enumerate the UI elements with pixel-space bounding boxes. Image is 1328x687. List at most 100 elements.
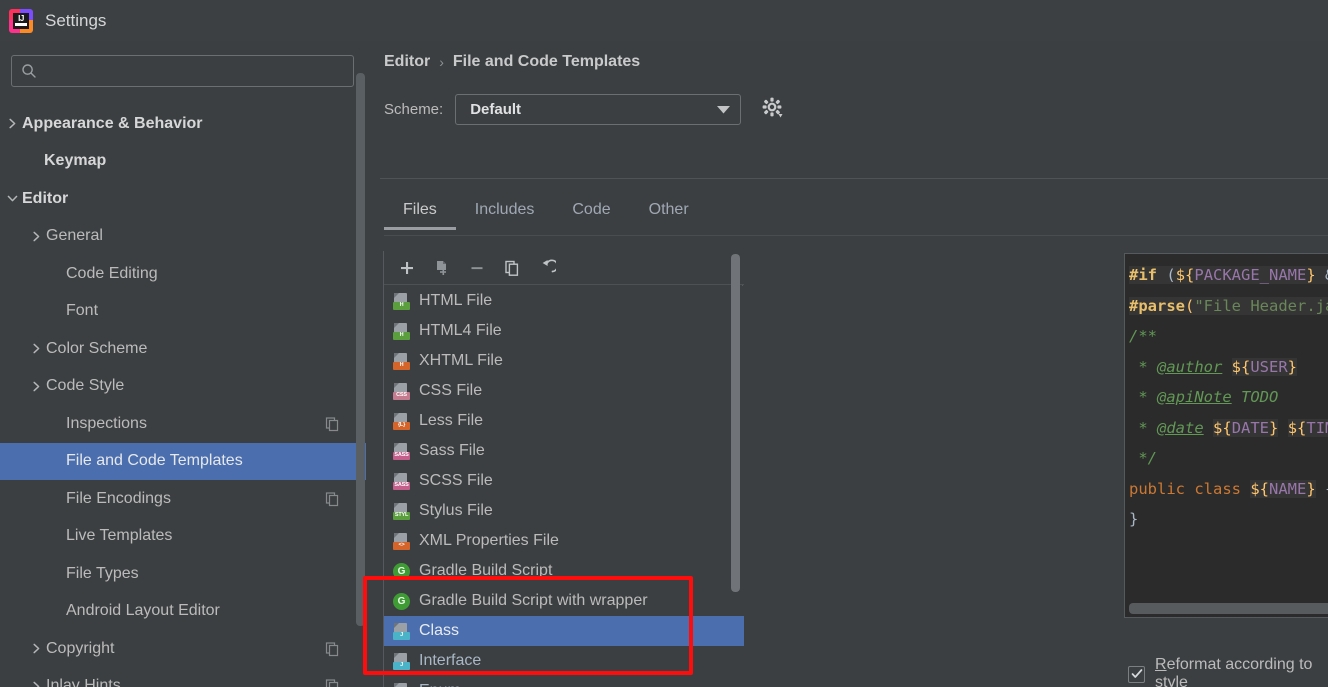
chevron-right-icon[interactable]	[26, 376, 46, 396]
sidebar-scrollbar-thumb[interactable]	[356, 73, 365, 626]
java-interface-icon: J	[393, 652, 410, 670]
breadcrumb-current: File and Code Templates	[452, 53, 641, 70]
breadcrumb: Editor › File and Code Templates	[384, 53, 640, 71]
sidebar-item-code-editing[interactable]: Code Editing	[0, 255, 366, 293]
template-list-toolbar	[384, 251, 744, 285]
template-list[interactable]: H HTML File H HTML4 File H XHTML File CSS CSS F…	[384, 286, 744, 687]
sidebar-item-inlay-hints[interactable]: Inlay Hints	[0, 668, 366, 687]
chevron-right-icon[interactable]	[2, 114, 22, 134]
tab-files[interactable]: Files	[384, 193, 456, 230]
sidebar-item-color-scheme[interactable]: Color Scheme	[0, 330, 366, 368]
scheme-row: Scheme: Default	[384, 94, 784, 125]
template-list-item[interactable]: G Gradle Build Script with wrapper	[384, 586, 744, 616]
reset-icon[interactable]	[538, 258, 559, 277]
sidebar-item-label: Color Scheme	[46, 339, 148, 357]
chevron-right-icon[interactable]	[26, 339, 46, 359]
template-name: CSS File	[419, 382, 483, 399]
breadcrumb-parent[interactable]: Editor	[384, 53, 430, 71]
twisty-placeholder	[46, 264, 66, 284]
template-list-item[interactable]: SASS Sass File	[384, 436, 744, 466]
sidebar-item-label: File Types	[66, 564, 139, 582]
template-list-item[interactable]: STYL Stylus File	[384, 496, 744, 526]
chevron-down-icon	[717, 101, 731, 119]
sidebar-item-editor[interactable]: Editor	[0, 180, 366, 218]
code-line-2: #parse("File Header.java")	[1129, 291, 1328, 322]
chevron-down-icon[interactable]	[2, 189, 22, 209]
tab-includes[interactable]: Includes	[456, 193, 554, 230]
scheme-selected-value: Default	[470, 101, 522, 118]
project-scope-icon	[325, 679, 340, 687]
template-name: SCSS File	[419, 472, 493, 489]
sidebar-item-general[interactable]: General	[0, 218, 366, 256]
template-name: XML Properties File	[419, 532, 559, 549]
sidebar-item-label: Font	[66, 302, 99, 320]
reformat-option-row[interactable]: Reformat according to style	[1128, 656, 1328, 687]
template-list-item[interactable]: H HTML4 File	[384, 316, 744, 346]
xhtml-file-icon: H	[393, 352, 410, 370]
java-enum-icon: J	[393, 682, 410, 687]
template-code-editor[interactable]: #if (${PACKAGE_NAME} && ${PACKAGE_NAME} …	[1124, 253, 1328, 618]
sidebar-item-file-types[interactable]: File Types	[0, 555, 366, 593]
sidebar-item-font[interactable]: Font	[0, 293, 366, 331]
sidebar-item-label: General	[46, 227, 103, 245]
code-line-7: */	[1129, 449, 1157, 467]
breadcrumb-separator: ›	[439, 54, 444, 70]
template-name: Less File	[419, 412, 484, 429]
sidebar-item-android-layout-editor[interactable]: Android Layout Editor	[0, 593, 366, 631]
reformat-label: Reformat according to style	[1155, 656, 1313, 687]
code-line-4: * @author ${USER}	[1129, 357, 1298, 376]
duplicate-icon[interactable]	[503, 259, 521, 277]
template-list-item[interactable]: H XHTML File	[384, 346, 744, 376]
code-line-8: public class ${NAME} {	[1129, 479, 1328, 498]
sidebar-item-file-encodings[interactable]: File Encodings	[0, 480, 366, 518]
template-name: Interface	[419, 652, 482, 669]
less-file-icon: {L}	[393, 412, 410, 430]
sidebar-item-code-style[interactable]: Code Style	[0, 368, 366, 406]
template-list-item[interactable]: H HTML File	[384, 286, 744, 316]
sidebar-item-keymap[interactable]: Keymap	[0, 143, 366, 181]
sidebar-item-live-templates[interactable]: Live Templates	[0, 518, 366, 556]
template-list-item[interactable]: <> XML Properties File	[384, 526, 744, 556]
twisty-placeholder	[46, 451, 66, 471]
template-list-item[interactable]: J Interface	[384, 646, 744, 676]
settings-search-box[interactable]	[11, 55, 354, 87]
tab-other[interactable]: Other	[630, 193, 708, 230]
tab-code[interactable]: Code	[553, 193, 629, 230]
search-input[interactable]	[37, 63, 353, 79]
template-list-item[interactable]: {L} Less File	[384, 406, 744, 436]
template-name: Enum	[419, 682, 461, 687]
twisty-placeholder	[46, 414, 66, 434]
chevron-right-icon[interactable]	[26, 676, 46, 687]
sidebar-item-copyright[interactable]: Copyright	[0, 630, 366, 668]
add-icon[interactable]	[398, 259, 416, 277]
sidebar-item-label: File and Code Templates	[66, 452, 243, 470]
sidebar-item-inspections[interactable]: Inspections	[0, 405, 366, 443]
html-file-icon: H	[393, 292, 410, 310]
sidebar-item-label: Inspections	[66, 414, 147, 432]
sidebar-item-file-and-code-templates[interactable]: File and Code Templates	[0, 442, 366, 480]
reformat-checkbox[interactable]	[1128, 665, 1145, 683]
project-scope-icon	[325, 641, 340, 656]
template-list-scrollbar-thumb[interactable]	[731, 254, 740, 592]
template-list-item[interactable]: J Class	[384, 616, 744, 646]
template-name: XHTML File	[419, 352, 503, 369]
search-icon	[21, 63, 37, 79]
sidebar-item-label: Editor	[22, 189, 69, 207]
template-list-item[interactable]: G Gradle Build Script	[384, 556, 744, 586]
project-scope-icon	[325, 491, 340, 506]
sidebar-item-appearance-behavior[interactable]: Appearance & Behavior	[0, 105, 366, 143]
twisty-placeholder	[46, 564, 66, 584]
editor-horizontal-scrollbar[interactable]	[1129, 603, 1328, 614]
intellij-idea-logo: IJ	[9, 8, 33, 33]
twisty-placeholder	[46, 526, 66, 546]
template-list-item[interactable]: J Enum	[384, 676, 744, 687]
stylus-file-icon: STYL	[393, 502, 410, 520]
template-list-item[interactable]: SASS SCSS File	[384, 466, 744, 496]
chevron-right-icon[interactable]	[26, 226, 46, 246]
code-line-3: /**	[1129, 327, 1157, 345]
scheme-dropdown[interactable]: Default	[455, 94, 742, 125]
scheme-settings-button[interactable]	[760, 97, 784, 122]
gradle-icon: G	[393, 562, 410, 580]
chevron-right-icon[interactable]	[26, 639, 46, 659]
template-list-item[interactable]: CSS CSS File	[384, 376, 744, 406]
